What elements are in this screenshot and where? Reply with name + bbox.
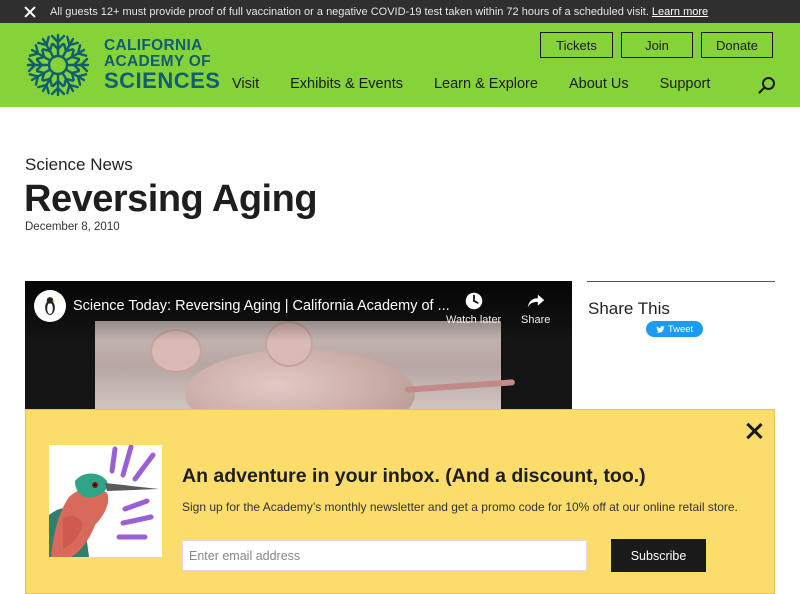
nav-item-visit[interactable]: Visit <box>232 76 259 92</box>
video-share-button[interactable]: Share <box>521 290 550 326</box>
academy-logo[interactable]: CALIFORNIA ACADEMY OF SCIENCES <box>24 31 220 99</box>
email-field[interactable] <box>182 540 587 571</box>
logo-line-1: CALIFORNIA <box>104 37 203 54</box>
close-icon[interactable] <box>21 3 39 21</box>
newsletter-heading: An adventure in your inbox. (And a disco… <box>182 465 646 487</box>
tickets-button[interactable]: Tickets <box>540 32 613 58</box>
utility-buttons: Tickets Join Donate <box>540 32 773 58</box>
twitter-bird-icon <box>656 325 665 333</box>
logo-line-3: SCIENCES <box>104 68 221 93</box>
penguin-icon <box>45 297 56 315</box>
logo-line-2: ACADEMY OF <box>104 52 211 70</box>
mouse-tail <box>404 379 516 393</box>
nav-item-learn-explore[interactable]: Learn & Explore <box>434 76 538 92</box>
section-label[interactable]: Science News <box>25 155 133 175</box>
tweet-button[interactable]: Tweet <box>646 321 703 337</box>
alert-text: All guests 12+ must provide proof of ful… <box>50 6 708 18</box>
covid-alert-bar: All guests 12+ must provide proof of ful… <box>0 0 800 23</box>
nav-item-exhibits-events[interactable]: Exhibits & Events <box>290 76 403 92</box>
subscribe-button[interactable]: Subscribe <box>611 539 706 572</box>
watch-later-label: Watch later <box>446 314 502 326</box>
nav-item-support[interactable]: Support <box>660 76 711 92</box>
tweet-label: Tweet <box>667 323 694 335</box>
snowflake-logo-icon <box>26 33 90 97</box>
alert-message: All guests 12+ must provide proof of ful… <box>50 5 649 18</box>
channel-avatar[interactable] <box>34 290 66 322</box>
publish-date: December 8, 2010 <box>25 221 120 233</box>
search-icon[interactable] <box>758 76 776 94</box>
bee-eater-bird-icon <box>49 445 159 557</box>
video-player[interactable]: Science Today: Reversing Aging | Califor… <box>25 281 572 409</box>
video-title[interactable]: Science Today: Reversing Aging | Califor… <box>73 298 450 314</box>
page-title: Reversing Aging <box>24 178 318 220</box>
nav-item-about-us[interactable]: About Us <box>569 76 629 92</box>
share-arrow-icon <box>527 294 544 308</box>
learn-more-link[interactable]: Learn more <box>652 6 708 18</box>
close-icon[interactable] <box>744 421 764 441</box>
donate-button[interactable]: Donate <box>701 32 773 58</box>
site-header: CALIFORNIA ACADEMY OF SCIENCES Tickets J… <box>0 23 800 107</box>
newsletter-subtext: Sign up for the Academy’s monthly newsle… <box>182 500 738 514</box>
main-nav: Visit Exhibits & Events Learn & Explore … <box>232 76 741 92</box>
share-heading: Share This <box>588 299 670 318</box>
newsletter-popup: An adventure in your inbox. (And a disco… <box>25 409 775 594</box>
watch-later-button[interactable]: Watch later <box>446 290 501 326</box>
share-label: Share <box>521 314 551 326</box>
logo-wordmark: CALIFORNIA ACADEMY OF SCIENCES <box>104 38 220 92</box>
divider <box>587 281 775 282</box>
bird-illustration <box>49 445 162 557</box>
clock-icon <box>465 292 482 310</box>
join-button[interactable]: Join <box>621 32 693 58</box>
